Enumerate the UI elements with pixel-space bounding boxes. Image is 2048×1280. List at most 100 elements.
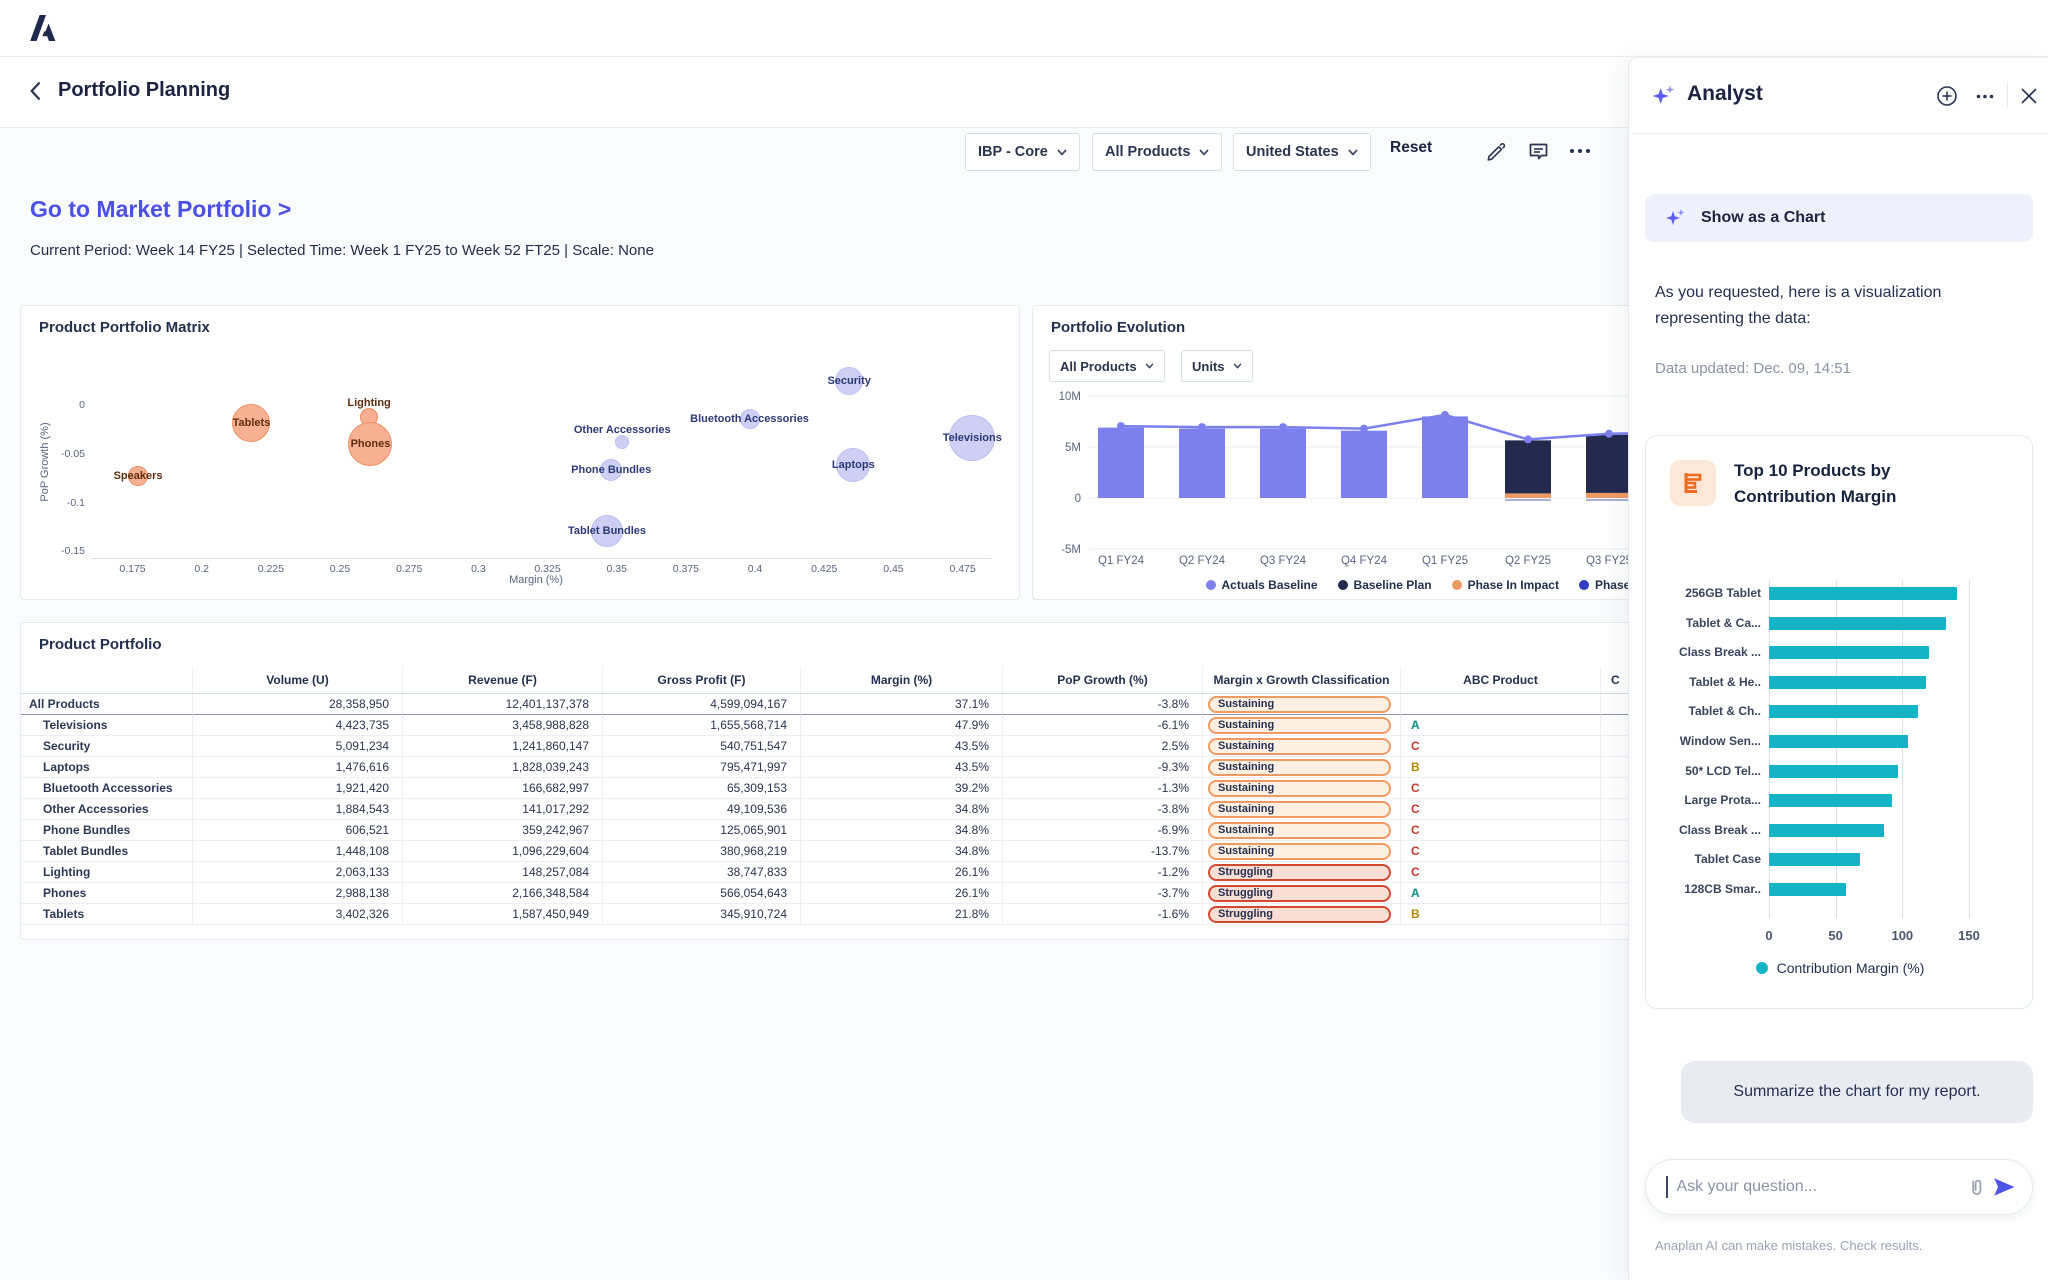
row-label: Phone Bundles (21, 820, 193, 841)
cell-margin: 34.8% (801, 820, 1003, 841)
ask-question-input[interactable] (1677, 1178, 1963, 1196)
show-as-chart-label: Show as a Chart (1701, 209, 1825, 227)
cell-pop: 2.5% (1003, 736, 1203, 757)
table-row[interactable]: Phone Bundles606,521359,242,967125,065,9… (21, 820, 1681, 841)
scatter-label-speakers: Speakers (114, 470, 163, 482)
evolution-units-label: Units (1192, 359, 1225, 374)
show-as-chart-button[interactable]: Show as a Chart (1645, 194, 2033, 242)
more-options-icon[interactable] (1566, 137, 1594, 165)
cell-margin: 21.8% (801, 904, 1003, 925)
product-portfolio-table-card: Product Portfolio Volume (U)Revenue (F)G… (20, 622, 1700, 940)
cell-gross: 125,065,901 (603, 820, 801, 841)
cell-gross: 65,309,153 (603, 778, 801, 799)
svg-text:Q2 FY24: Q2 FY24 (1179, 555, 1226, 567)
cell-classification: Sustaining (1203, 736, 1401, 757)
cell-gross: 345,910,724 (603, 904, 801, 925)
table-row[interactable]: Laptops1,476,6161,828,039,243795,471,997… (21, 757, 1681, 778)
cell-abc-product: C (1401, 820, 1601, 841)
reset-button[interactable]: Reset (1390, 139, 1432, 157)
row-label: All Products (21, 694, 193, 715)
table-row[interactable]: Televisions4,423,7353,458,988,8281,655,5… (21, 715, 1681, 736)
chart-gridline (1836, 580, 1837, 918)
table-row[interactable]: Phones2,988,1382,166,348,584566,054,6432… (21, 883, 1681, 904)
cell-revenue: 148,257,084 (403, 862, 603, 883)
cell-margin: 37.1% (801, 694, 1003, 715)
matrix-x-tick: 0.3 (471, 563, 486, 575)
bar-class-break- (1769, 824, 1884, 837)
table-row[interactable]: Other Accessories1,884,543141,017,29249,… (21, 799, 1681, 820)
filter-model-dropdown[interactable]: IBP - Core (965, 133, 1080, 171)
table-row[interactable]: Tablet Bundles1,448,1081,096,229,604380,… (21, 841, 1681, 862)
cell-pop: -3.8% (1003, 799, 1203, 820)
row-label: Tablets (21, 904, 193, 925)
cell-volume: 1,921,420 (193, 778, 403, 799)
cell-margin: 26.1% (801, 862, 1003, 883)
svg-text:-5M: -5M (1061, 544, 1081, 556)
matrix-x-tick: 0.35 (607, 563, 627, 575)
cell-abc-product: C (1401, 841, 1601, 862)
bar-tablet-he- (1769, 676, 1926, 689)
cell-revenue: 1,828,039,243 (403, 757, 603, 778)
table-row[interactable]: Tablets3,402,3261,587,450,949345,910,724… (21, 904, 1681, 925)
chart-x-tick: 100 (1891, 928, 1913, 943)
matrix-x-tick: 0.25 (330, 563, 350, 575)
cell-pop: -6.9% (1003, 820, 1203, 841)
cell-revenue: 166,682,997 (403, 778, 603, 799)
cell-revenue: 1,241,860,147 (403, 736, 603, 757)
matrix-y-tick: -0.1 (35, 497, 85, 509)
send-icon[interactable] (1990, 1173, 2018, 1201)
bar-tablet-ch- (1769, 705, 1918, 718)
bar-label: Class Break ... (1649, 823, 1761, 837)
column-header: ABC Product (1401, 667, 1601, 694)
chart-gridline (1769, 580, 1770, 918)
evolution-title: Portfolio Evolution (1051, 319, 1185, 336)
column-header: Margin x Growth Classification (1203, 667, 1401, 694)
period-subtitle: Current Period: Week 14 FY25 | Selected … (30, 242, 654, 259)
cell-abc-product: C (1401, 799, 1601, 820)
evolution-chart: 10M5M0-5MQ1 FY24Q2 FY24Q3 FY24Q4 FY24Q1 … (1033, 386, 1673, 571)
filter-region-dropdown[interactable]: United States (1233, 133, 1371, 171)
matrix-y-tick: -0.15 (35, 545, 85, 557)
comments-icon[interactable] (1524, 137, 1552, 165)
scatter-label-security: Security (827, 375, 870, 387)
bar-50-lcd-tel- (1769, 765, 1898, 778)
chart-x-tick: 150 (1958, 928, 1980, 943)
ai-disclaimer: Anaplan AI can make mistakes. Check resu… (1655, 1238, 1922, 1253)
evolution-products-dropdown[interactable]: All Products (1049, 350, 1165, 382)
close-panel-icon[interactable] (2015, 82, 2043, 110)
table-row[interactable]: Security5,091,2341,241,860,147540,751,54… (21, 736, 1681, 757)
row-label: Laptops (21, 757, 193, 778)
cell-pop: -13.7% (1003, 841, 1203, 862)
new-chat-icon[interactable] (1933, 82, 1961, 110)
row-label: Security (21, 736, 193, 757)
anaplan-logo[interactable] (28, 13, 58, 48)
cell-revenue: 1,096,229,604 (403, 841, 603, 862)
bar-label: Tablet & Ca... (1649, 616, 1761, 630)
matrix-x-tick: 0.425 (811, 563, 837, 575)
attachment-paperclip-icon[interactable] (1962, 1173, 1990, 1201)
go-to-market-portfolio-link[interactable]: Go to Market Portfolio > (30, 196, 291, 223)
analyst-title: Analyst (1687, 82, 1763, 106)
table-row[interactable]: Lighting2,063,133148,257,08438,747,83326… (21, 862, 1681, 883)
panel-more-options-icon[interactable] (1971, 82, 1999, 110)
cell-volume: 4,423,735 (193, 715, 403, 736)
legend-item-phase-in-impact: Phase In Impact (1452, 578, 1559, 592)
chart-card-title-line2: Contribution Margin (1734, 487, 1896, 507)
svg-text:0: 0 (1075, 493, 1081, 505)
cell-classification: Sustaining (1203, 694, 1401, 715)
cell-volume: 28,358,950 (193, 694, 403, 715)
evolution-units-dropdown[interactable]: Units (1181, 350, 1253, 382)
table-row[interactable]: All Products28,358,95012,401,137,3784,59… (21, 694, 1681, 715)
cell-abc-product: C (1401, 862, 1601, 883)
edit-pencil-icon[interactable] (1482, 137, 1510, 165)
chart-gridline (1969, 580, 1970, 918)
matrix-x-axis-label: Margin (%) (91, 574, 981, 586)
cell-classification: Sustaining (1203, 799, 1401, 820)
filter-region-label: United States (1246, 144, 1339, 160)
classification-pill: Sustaining (1208, 780, 1391, 797)
classification-pill: Sustaining (1208, 843, 1391, 860)
table-row[interactable]: Bluetooth Accessories1,921,420166,682,99… (21, 778, 1681, 799)
bar-chart-icon (1670, 460, 1716, 506)
back-button[interactable] (26, 81, 50, 105)
filter-products-dropdown[interactable]: All Products (1092, 133, 1222, 171)
